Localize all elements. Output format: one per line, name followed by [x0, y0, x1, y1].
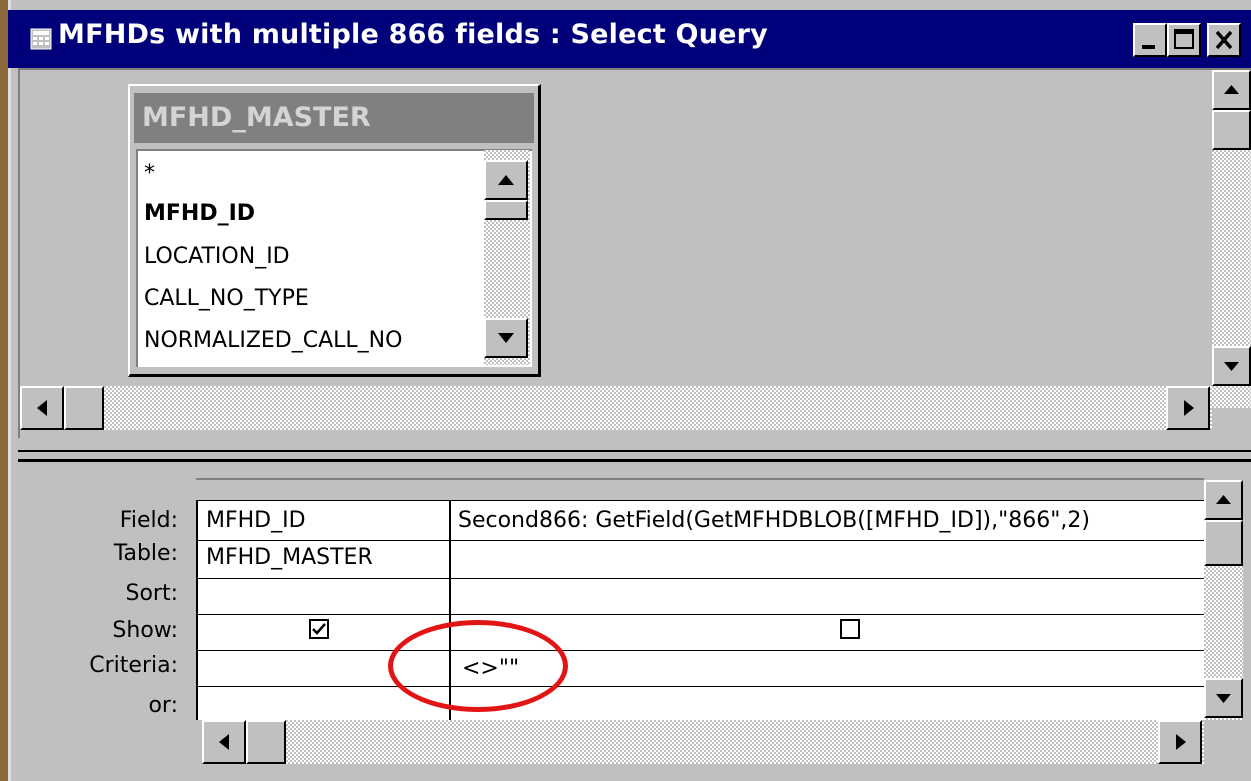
table-pane-vertical-scrollbar[interactable]	[1212, 70, 1251, 408]
sort-cell-col1[interactable]	[206, 583, 446, 611]
grid-line	[196, 480, 198, 720]
close-button[interactable]	[1207, 23, 1241, 57]
show-checkbox-col1[interactable]	[309, 619, 329, 639]
maximize-button[interactable]	[1167, 23, 1201, 57]
scroll-right-button[interactable]	[1166, 386, 1210, 430]
grid-line	[196, 614, 1204, 615]
arrow-right-icon	[1176, 734, 1186, 750]
field-item-call-no-type[interactable]: CALL_NO_TYPE	[144, 286, 309, 311]
arrow-left-icon	[219, 734, 229, 750]
field-list-scroll-up-button[interactable]	[484, 160, 528, 200]
field-list-scrollbar[interactable]	[484, 150, 530, 365]
field-item-mfhd-id[interactable]: MFHD_ID	[144, 201, 255, 226]
table-field-list-title[interactable]: MFHD_MASTER	[134, 93, 534, 143]
scroll-thumb[interactable]	[1212, 110, 1251, 150]
grid-scroll-thumb[interactable]	[1204, 520, 1243, 566]
field-item-location-id[interactable]: LOCATION_ID	[144, 244, 290, 269]
table-cell-col2[interactable]	[458, 545, 1198, 573]
arrow-up-icon	[1224, 85, 1239, 94]
grid-line	[196, 578, 1204, 579]
scroll-thumb[interactable]	[64, 386, 104, 430]
grid-scroll-down-button[interactable]	[1204, 678, 1243, 718]
field-list[interactable]: * MFHD_ID LOCATION_ID CALL_NO_TYPE NORMA…	[136, 149, 532, 367]
grid-scroll-right-button[interactable]	[1158, 720, 1202, 764]
row-label-field: Field:	[119, 508, 178, 533]
grid-scroll-thumb[interactable]	[246, 720, 286, 764]
grid-scroll-up-button[interactable]	[1204, 480, 1243, 520]
grid-line	[196, 686, 1204, 687]
grid-line	[196, 500, 1204, 501]
minimize-icon	[1142, 45, 1155, 49]
table-pane-horizontal-scrollbar[interactable]	[20, 386, 1212, 430]
row-label-table: Table:	[113, 541, 178, 566]
arrow-up-icon	[498, 175, 514, 185]
row-label-sort: Sort:	[125, 581, 178, 606]
show-checkbox-col2[interactable]	[840, 619, 860, 639]
grid-line	[196, 650, 1204, 651]
pane-splitter[interactable]	[18, 450, 1251, 462]
close-icon	[1215, 30, 1233, 50]
query-design-grid[interactable]: MFHD_ID MFHD_MASTER Second866: GetField(…	[196, 478, 1204, 720]
field-cell-col2[interactable]: Second866: GetField(GetMFHDBLOB([MFHD_ID…	[458, 508, 1204, 533]
arrow-left-icon	[37, 400, 47, 416]
field-list-scroll-thumb[interactable]	[484, 200, 528, 220]
grid-horizontal-scrollbar[interactable]	[202, 720, 1204, 764]
or-cell-col2[interactable]	[458, 691, 1198, 719]
field-list-scroll-down-button[interactable]	[484, 318, 528, 358]
scroll-up-button[interactable]	[1212, 70, 1251, 110]
row-label-criteria: Criteria:	[89, 653, 178, 678]
window-title: MFHDs with multiple 866 fields : Select …	[58, 19, 768, 50]
arrow-down-icon	[498, 333, 514, 343]
arrow-down-icon	[1216, 694, 1231, 703]
query-icon	[30, 28, 52, 50]
grid-vertical-scrollbar[interactable]	[1204, 480, 1243, 720]
scroll-down-button[interactable]	[1212, 346, 1251, 386]
highlight-circle	[388, 620, 568, 712]
field-item-all[interactable]: *	[144, 161, 155, 186]
table-cell-col1[interactable]: MFHD_MASTER	[206, 545, 446, 570]
arrow-up-icon	[1216, 495, 1231, 504]
field-item-normalized-call-no[interactable]: NORMALIZED_CALL_NO	[144, 328, 402, 353]
scroll-left-button[interactable]	[20, 386, 64, 430]
checkmark-icon	[312, 623, 326, 635]
minimize-button[interactable]	[1133, 23, 1167, 57]
maximize-icon	[1174, 29, 1194, 49]
arrow-right-icon	[1184, 400, 1194, 416]
row-label-show: Show:	[112, 618, 178, 643]
grid-scroll-left-button[interactable]	[202, 720, 246, 764]
sort-cell-col2[interactable]	[458, 583, 1198, 611]
column-selector-bar[interactable]	[196, 480, 1204, 500]
grid-line	[196, 540, 1204, 541]
row-label-or: or:	[148, 693, 178, 718]
arrow-down-icon	[1224, 362, 1239, 371]
title-bar[interactable]: MFHDs with multiple 866 fields : Select …	[8, 10, 1251, 68]
field-cell-col1[interactable]: MFHD_ID	[206, 508, 446, 533]
